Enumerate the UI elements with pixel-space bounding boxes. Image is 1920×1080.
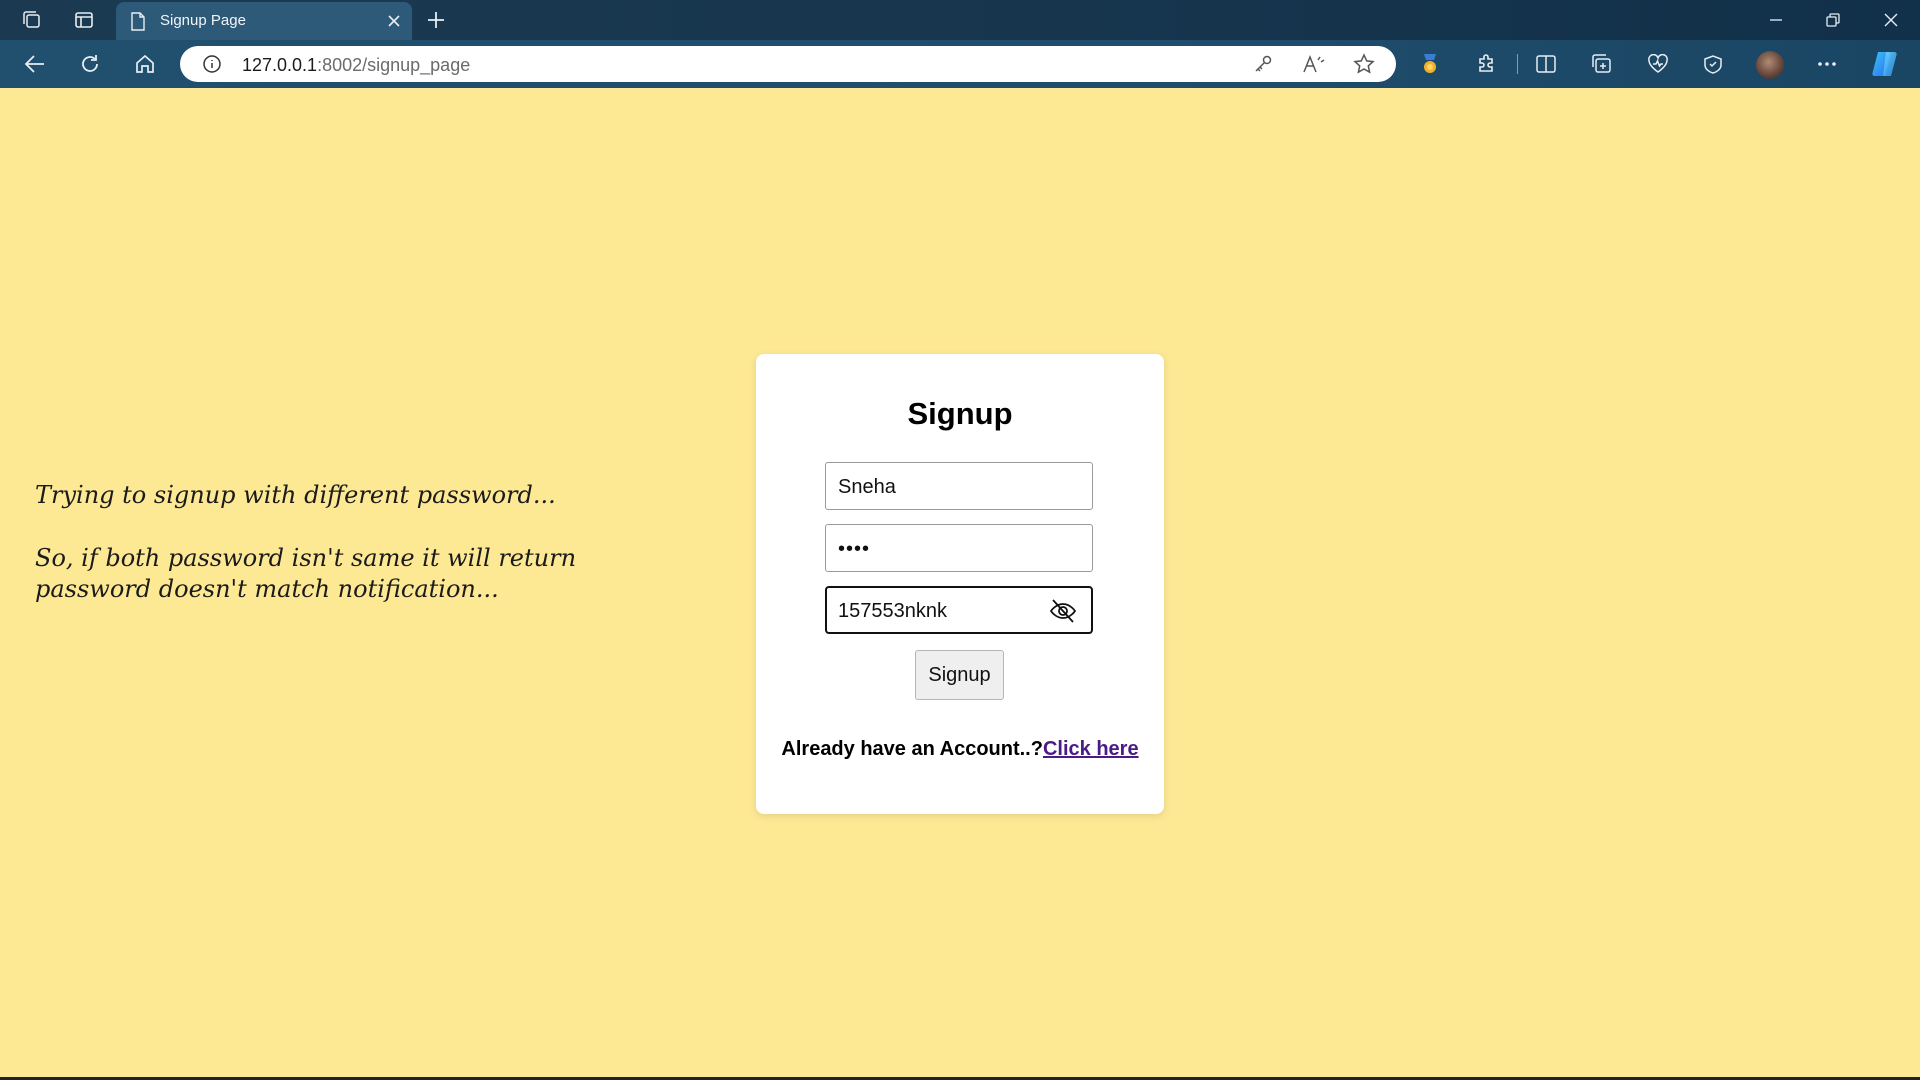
explanation-note: Trying to signup with different password… <box>35 480 675 605</box>
performance-icon[interactable] <box>1701 52 1725 76</box>
toolbar-separator <box>1517 54 1518 74</box>
profile-avatar[interactable] <box>1756 51 1784 79</box>
restore-icon[interactable] <box>1823 10 1843 30</box>
extensions-icon[interactable] <box>1474 52 1498 76</box>
password-masked-value: •••• <box>838 538 871 560</box>
close-tab-icon[interactable] <box>384 11 404 31</box>
title-bar: Signup Page <box>0 0 1920 40</box>
login-prompt-line: Already have an Account..?Click here <box>756 738 1164 761</box>
split-screen-icon[interactable] <box>1534 52 1558 76</box>
url-host: 127.0.0.1 <box>242 55 318 75</box>
username-value: Sneha <box>838 476 896 498</box>
address-bar[interactable]: 127.0.0.1:8002/signup_page <box>180 46 1396 82</box>
read-aloud-icon[interactable] <box>1302 53 1326 75</box>
login-prompt-text: Already have an Account..? <box>781 738 1043 760</box>
close-window-icon[interactable] <box>1881 10 1901 30</box>
copilot-icon[interactable] <box>1870 50 1900 78</box>
hide-password-icon[interactable] <box>1049 598 1077 624</box>
workspaces-icon[interactable] <box>20 8 44 32</box>
password-input[interactable]: •••• <box>825 524 1093 572</box>
refresh-icon[interactable] <box>77 52 103 76</box>
signup-title: Signup <box>907 396 1013 431</box>
rewards-icon[interactable] <box>1418 52 1442 76</box>
confirm-password-input[interactable]: 157553nknk <box>825 586 1093 634</box>
key-icon[interactable] <box>1252 54 1274 74</box>
confirm-password-value: 157553nknk <box>838 600 947 622</box>
home-icon[interactable] <box>132 52 158 76</box>
signup-button[interactable]: Signup <box>915 650 1004 700</box>
url-path: :8002/signup_page <box>317 55 471 75</box>
note-line-1: Trying to signup with different password… <box>35 481 556 509</box>
collections-icon[interactable] <box>1590 52 1614 76</box>
tab-actions-icon[interactable] <box>72 8 96 32</box>
back-icon[interactable] <box>22 52 48 76</box>
note-line-2: So, if both password isn't same it will … <box>35 544 577 603</box>
minimize-icon[interactable] <box>1766 10 1786 30</box>
new-tab-icon[interactable] <box>424 8 448 32</box>
username-input[interactable]: Sneha <box>825 462 1093 510</box>
favorite-star-icon[interactable] <box>1352 53 1376 75</box>
tab-signup-page[interactable]: Signup Page <box>116 2 412 40</box>
signup-card: Signup Sneha •••• 157553nknk Signup Alre… <box>756 354 1164 814</box>
login-link[interactable]: Click here <box>1043 738 1139 760</box>
tab-title: Signup Page <box>160 12 246 29</box>
info-icon[interactable] <box>202 54 222 74</box>
page-icon <box>128 11 148 31</box>
url-text[interactable]: 127.0.0.1:8002/signup_page <box>242 55 470 76</box>
more-icon[interactable] <box>1814 52 1840 76</box>
browser-essentials-icon[interactable] <box>1646 52 1670 76</box>
